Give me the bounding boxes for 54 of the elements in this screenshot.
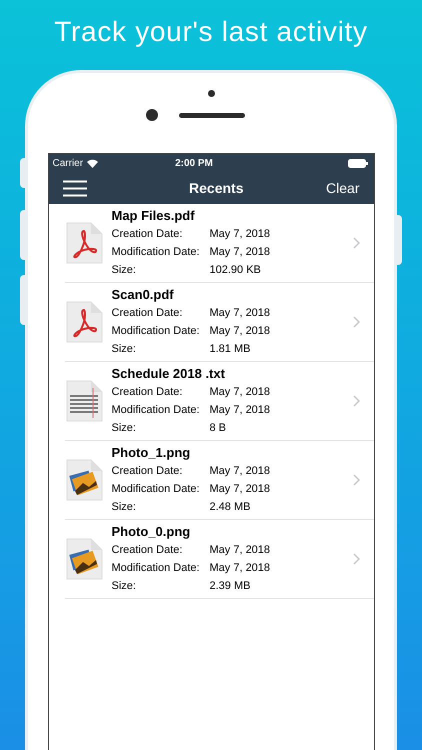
field-value: 102.90 KB xyxy=(210,263,261,278)
field-value: 1.81 MB xyxy=(210,342,250,357)
speaker-slot xyxy=(178,112,244,118)
field-label: Creation Date: xyxy=(112,543,184,558)
field-value: May 7, 2018 xyxy=(210,227,270,242)
chevron-icon xyxy=(352,316,360,328)
chevron-icon xyxy=(352,395,360,407)
chevron-icon xyxy=(352,474,360,486)
image-file-icon xyxy=(64,538,102,580)
headline: Track your's last activity xyxy=(54,15,368,49)
wifi-icon xyxy=(87,158,98,168)
chevron-icon xyxy=(352,553,360,565)
field-label: Size: xyxy=(112,500,137,515)
field-label: Size: xyxy=(112,342,137,357)
file-name: Map Files.pdf xyxy=(112,207,196,225)
chevron-icon xyxy=(352,237,360,249)
file-name: Scan0.pdf xyxy=(112,286,175,304)
field-label: Size: xyxy=(112,579,137,594)
carrier-label: Carrier xyxy=(52,156,84,170)
field-label: Modification Date: xyxy=(112,482,201,497)
field-label: Creation Date: xyxy=(112,306,184,321)
pdf-file-icon xyxy=(64,301,102,343)
field-value: May 7, 2018 xyxy=(210,561,270,576)
nav-title: Recents xyxy=(188,178,244,198)
field-value: 2.39 MB xyxy=(210,579,250,594)
field-value: 2.48 MB xyxy=(210,500,250,515)
file-name: Schedule 2018 .txt xyxy=(112,365,226,383)
text-file-icon xyxy=(64,380,102,422)
field-label: Creation Date: xyxy=(112,385,184,400)
field-label: Modification Date: xyxy=(112,324,201,339)
field-label: Modification Date: xyxy=(112,561,201,576)
field-label: Size: xyxy=(112,421,137,436)
field-label: Size: xyxy=(112,263,137,278)
file-name: Photo_0.png xyxy=(112,523,192,541)
menu-icon[interactable] xyxy=(62,180,86,196)
field-label: Modification Date: xyxy=(112,245,201,260)
field-value: May 7, 2018 xyxy=(210,403,270,418)
field-value: 8 B xyxy=(210,421,226,436)
field-label: Creation Date: xyxy=(112,227,184,242)
field-value: May 7, 2018 xyxy=(210,245,270,260)
battery-icon xyxy=(348,158,368,168)
field-value: May 7, 2018 xyxy=(210,324,270,339)
file-name: Photo_1.png xyxy=(112,444,192,462)
field-value: May 7, 2018 xyxy=(210,482,270,497)
field-value: May 7, 2018 xyxy=(210,306,270,321)
field-label: Creation Date: xyxy=(112,464,184,479)
field-value: May 7, 2018 xyxy=(210,385,270,400)
field-value: May 7, 2018 xyxy=(210,543,270,558)
pdf-file-icon xyxy=(64,222,102,264)
status-time: 2:00 PM xyxy=(175,156,213,170)
clear-button[interactable]: Clear xyxy=(326,178,360,198)
field-label: Modification Date: xyxy=(112,403,201,418)
field-value: May 7, 2018 xyxy=(210,464,270,479)
image-file-icon xyxy=(64,459,102,501)
